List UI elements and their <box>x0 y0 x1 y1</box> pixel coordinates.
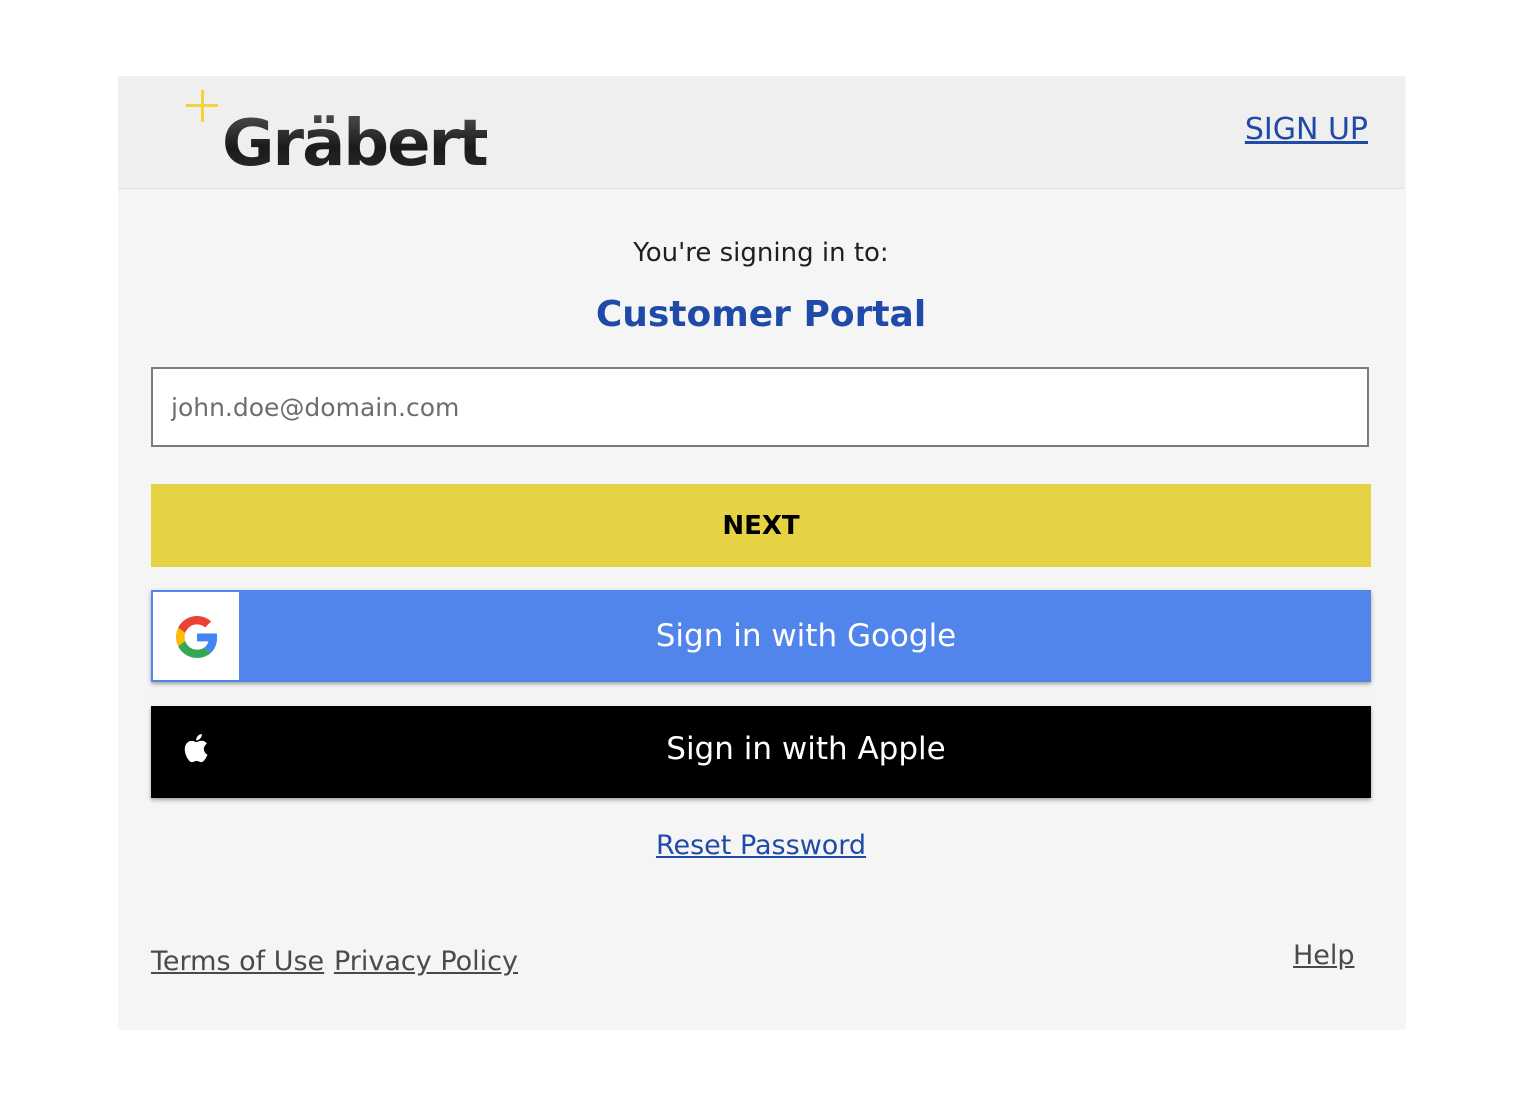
help-link[interactable]: Help <box>1293 940 1355 971</box>
reset-password-container: Reset Password <box>118 830 1404 861</box>
plus-icon <box>184 88 220 124</box>
next-button[interactable]: NEXT <box>151 484 1371 567</box>
sign-up-link[interactable]: SIGN UP <box>1245 112 1368 147</box>
signing-in-to-label: You're signing in to: <box>633 238 889 268</box>
login-card: Gräbert SIGN UP You're signing in to: Cu… <box>118 76 1406 1030</box>
google-icon <box>176 616 218 658</box>
privacy-policy-link[interactable]: Privacy Policy <box>334 946 518 977</box>
grabert-logo: Gräbert <box>184 88 489 181</box>
email-input[interactable] <box>151 367 1369 447</box>
logo-text: Gräbert <box>222 107 489 181</box>
sign-in-apple-button[interactable]: Sign in with Apple <box>151 706 1371 798</box>
apple-icon <box>184 734 208 763</box>
terms-of-use-link[interactable]: Terms of Use <box>151 946 324 977</box>
header-bar: Gräbert SIGN UP <box>118 76 1404 189</box>
google-icon-box <box>153 592 239 680</box>
sign-in-google-button[interactable]: Sign in with Google <box>151 590 1371 682</box>
apple-button-label: Sign in with Apple <box>666 731 946 767</box>
portal-name: Customer Portal <box>595 294 927 335</box>
reset-password-link[interactable]: Reset Password <box>656 830 866 861</box>
google-button-label: Sign in with Google <box>655 618 957 654</box>
